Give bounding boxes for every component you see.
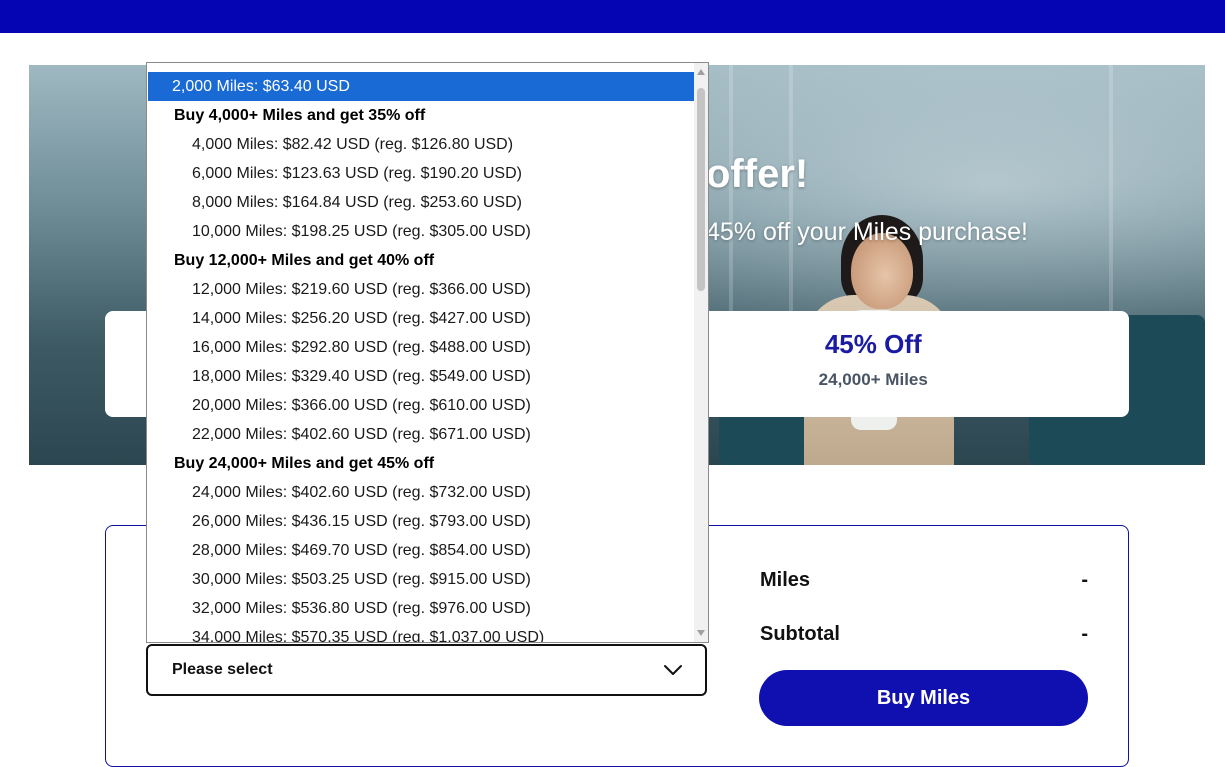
dropdown-option[interactable]: 10,000 Miles: $198.25 USD (reg. $305.00 … [148, 217, 697, 246]
dropdown-option[interactable]: 26,000 Miles: $436.15 USD (reg. $793.00 … [148, 507, 697, 536]
dropdown-options: 2,000 Miles: $63.40 USD Buy 4,000+ Miles… [148, 72, 697, 642]
scroll-down-arrow-icon[interactable] [697, 630, 705, 636]
summary-miles-label: Miles [760, 569, 811, 591]
dropdown-option[interactable]: 12,000 Miles: $219.60 USD (reg. $366.00 … [148, 275, 697, 304]
dropdown-group-header: Buy 12,000+ Miles and get 40% off [174, 252, 435, 269]
chevron-down-icon [664, 665, 682, 675]
top-nav-bar [0, 0, 1225, 33]
summary-miles-row: Miles - [760, 569, 1088, 592]
hero-subtitle: 45% off your Miles purchase! [706, 218, 1028, 246]
dropdown-scrollbar[interactable] [694, 63, 708, 642]
summary-subtotal-row: Subtotal - [760, 623, 1088, 646]
dropdown-option[interactable]: 14,000 Miles: $256.20 USD (reg. $427.00 … [148, 304, 697, 333]
dropdown-group-header: Buy 4,000+ Miles and get 35% off [174, 107, 426, 124]
dropdown-option[interactable]: 16,000 Miles: $292.80 USD (reg. $488.00 … [148, 333, 697, 362]
scrollbar-thumb[interactable] [697, 88, 705, 291]
dropdown-option[interactable]: 22,000 Miles: $402.60 USD (reg. $671.00 … [148, 420, 697, 449]
dropdown-option[interactable]: 30,000 Miles: $503.25 USD (reg. $915.00 … [148, 565, 697, 594]
dropdown-option[interactable]: 4,000 Miles: $82.42 USD (reg. $126.80 US… [148, 130, 697, 159]
miles-dropdown-list[interactable]: 2,000 Miles: $63.40 USD Buy 4,000+ Miles… [146, 62, 709, 643]
miles-select-value: Please select [172, 661, 273, 678]
dropdown-option[interactable]: 24,000 Miles: $402.60 USD (reg. $732.00 … [148, 478, 697, 507]
dropdown-option[interactable]: 20,000 Miles: $366.00 USD (reg. $610.00 … [148, 391, 697, 420]
dropdown-option[interactable]: 6,000 Miles: $123.63 USD (reg. $190.20 U… [148, 159, 697, 188]
dropdown-option[interactable]: 32,000 Miles: $536.80 USD (reg. $976.00 … [148, 594, 697, 623]
dropdown-option-selected[interactable]: 2,000 Miles: $63.40 USD [148, 72, 696, 101]
dropdown-option[interactable]: 34,000 Miles: $570.35 USD (reg. $1,037.0… [148, 623, 697, 642]
miles-select[interactable]: Please select [146, 644, 707, 696]
dropdown-option[interactable]: 28,000 Miles: $469.70 USD (reg. $854.00 … [148, 536, 697, 565]
dropdown-group-header: Buy 24,000+ Miles and get 45% off [174, 455, 435, 472]
summary-subtotal-value: - [1081, 623, 1088, 645]
dropdown-option[interactable]: 18,000 Miles: $329.40 USD (reg. $549.00 … [148, 362, 697, 391]
summary-miles-value: - [1081, 569, 1088, 591]
summary-subtotal-label: Subtotal [760, 623, 840, 645]
scroll-up-arrow-icon[interactable] [697, 69, 705, 75]
buy-miles-button[interactable]: Buy Miles [759, 670, 1088, 726]
dropdown-option[interactable]: 8,000 Miles: $164.84 USD (reg. $253.60 U… [148, 188, 697, 217]
